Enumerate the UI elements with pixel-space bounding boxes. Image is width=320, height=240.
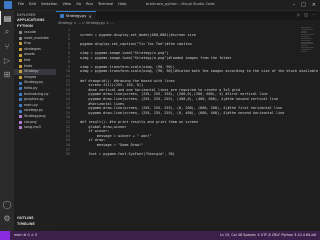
remote-indicator-icon[interactable] (0, 231, 10, 240)
settings-gear-icon[interactable]: ⚙ (0, 211, 14, 225)
line-number: 28 (65, 152, 70, 157)
vscode-logo-icon (4, 1, 12, 9)
status-right[interactable]: Ln 15, Col 48 Spaces: 4 UTF-8 CRLF Pytho… (220, 233, 316, 237)
menu-help[interactable]: Help (118, 2, 126, 6)
extensions-icon[interactable]: ⊞ (0, 67, 14, 81)
code-text: if winner: (80, 129, 110, 134)
title-bar: File Edit Selection View Go Run Terminal… (0, 0, 320, 11)
code-text: pygame.draw.line(screen, (255, 255, 255)… (80, 97, 279, 101)
code-text: oimg = pygame.transform.scale(oimg, (90,… (80, 69, 319, 74)
explorer-sidebar: EXPLORER APPLICATIONS PYTHON vscode node_… (14, 11, 56, 231)
file-type-icon (19, 59, 22, 63)
file-type-icon (19, 92, 22, 96)
code-text: global draw,winner (80, 124, 127, 129)
tab-label: Strategy.py (66, 14, 87, 18)
file-type-icon (19, 76, 22, 80)
menu-selection[interactable]: Selection (41, 2, 58, 6)
code-text: pygame.draw.line(screen, (255, 255, 255)… (80, 92, 268, 97)
source-control-icon[interactable]: ⑂ (0, 39, 14, 53)
tree-item[interactable]: song.mp3 (14, 125, 56, 131)
file-type-icon (19, 42, 22, 46)
code-text: pygame.display.set_caption("Tic Tac Toe"… (80, 41, 192, 46)
code-line[interactable]: 28 font = pygame.font.SysFont("Georgia",… (56, 152, 320, 157)
minimize-icon[interactable]: – (293, 1, 296, 9)
menu-view[interactable]: View (63, 2, 72, 6)
menu-terminal[interactable]: Terminal (98, 2, 113, 6)
code-text: pygame.draw.line(screen, (255, 255, 255)… (80, 106, 283, 111)
file-type-icon (19, 87, 22, 91)
editor-tabs: Strategy.py × ▷ ◫ ⋯ (56, 11, 320, 20)
split-editor-icon[interactable]: ◫ (304, 12, 308, 17)
file-type-icon (19, 53, 22, 57)
file-type-icon (19, 64, 22, 68)
explorer-icon[interactable]: ▤ (0, 11, 14, 25)
code-text: def drawgrid(): #drawing the board with … (80, 78, 175, 83)
file-tree: vscode node_modules tmp strategies assets tes… (14, 30, 56, 131)
run-file-icon[interactable]: ▷ (297, 12, 300, 17)
status-left[interactable]: main ⊗ 0 ⚠ 0 (14, 233, 37, 237)
account-icon[interactable]: ◯ (0, 197, 14, 211)
code-text: if draw: (80, 138, 106, 143)
file-type-icon (19, 70, 22, 74)
menu-go[interactable]: Go (76, 2, 81, 6)
file-type-icon (19, 31, 22, 35)
window-controls: – □ × (293, 1, 316, 9)
run-debug-icon[interactable]: ▷ (0, 53, 14, 67)
menu-file[interactable]: File (18, 2, 24, 6)
code-text: pygame.draw.line(screen, (255, 255, 255)… (80, 110, 285, 115)
code-text: screen.fill((255, 165, 0)) (80, 83, 144, 88)
code-editor[interactable]: 1 2 screen = pygame.display.set_mode((600,… (56, 26, 320, 231)
workspace-root[interactable]: PYTHON (14, 23, 56, 29)
code-text: #one vertical and one horizontal lines a… (80, 87, 241, 92)
code-text: ximg = pygame.transform.scale(ximg, (90,… (80, 64, 175, 69)
status-bar: main ⊗ 0 ⚠ 0 Ln 15, Col 48 Spaces: 4 UTF… (0, 231, 320, 240)
activity-bar: ▤ ⌕ ⑂ ▷ ⊞ ◯ ⚙ (0, 11, 14, 231)
code-text: #horizontal lines (80, 101, 125, 106)
minimap[interactable] (301, 26, 315, 106)
maximize-icon[interactable]: □ (301, 1, 306, 9)
menu-bar: File Edit Selection View Go Run Terminal… (18, 2, 126, 6)
close-tab-icon[interactable]: × (88, 14, 91, 19)
code-text: font = pygame.font.SysFont("Georgia", 30… (80, 152, 175, 157)
window-title: brainrace_python - Visual Studio Code (146, 2, 215, 6)
code-text: message = winner + " won!" (80, 133, 152, 138)
file-type-icon (19, 48, 22, 52)
timeline-section[interactable]: TIMELINE (14, 221, 56, 227)
breadcrumb[interactable]: Strategy > … > Strategy.py > … (58, 21, 114, 25)
tab-strategy-py[interactable]: Strategy.py × (56, 11, 96, 20)
file-type-icon (19, 36, 22, 40)
file-type-icon (19, 109, 22, 113)
code-text: def result(): #to print results and prin… (80, 120, 199, 124)
file-type-icon (19, 115, 22, 119)
menu-edit[interactable]: Edit (29, 2, 36, 6)
code-text: ximg = pygame.image.load("Strategy/x.png… (80, 51, 169, 55)
python-file-icon (60, 14, 64, 18)
tree-item-label: song.mp3 (24, 125, 41, 130)
close-icon[interactable]: × (312, 1, 316, 9)
file-type-icon (19, 126, 22, 130)
file-type-icon (19, 120, 22, 124)
menu-run[interactable]: Run (86, 2, 93, 6)
file-type-icon (19, 98, 22, 102)
code-text: message = "Game Draw!" (80, 143, 144, 147)
code-text: oimg = pygame.image.load("Strategy/o.png… (80, 55, 232, 60)
more-actions-icon[interactable]: ⋯ (312, 12, 316, 17)
file-type-icon (19, 104, 22, 108)
search-icon[interactable]: ⌕ (0, 25, 14, 39)
file-type-icon (19, 81, 22, 85)
code-text: screen = pygame.display.set_mode((600,60… (80, 32, 196, 37)
